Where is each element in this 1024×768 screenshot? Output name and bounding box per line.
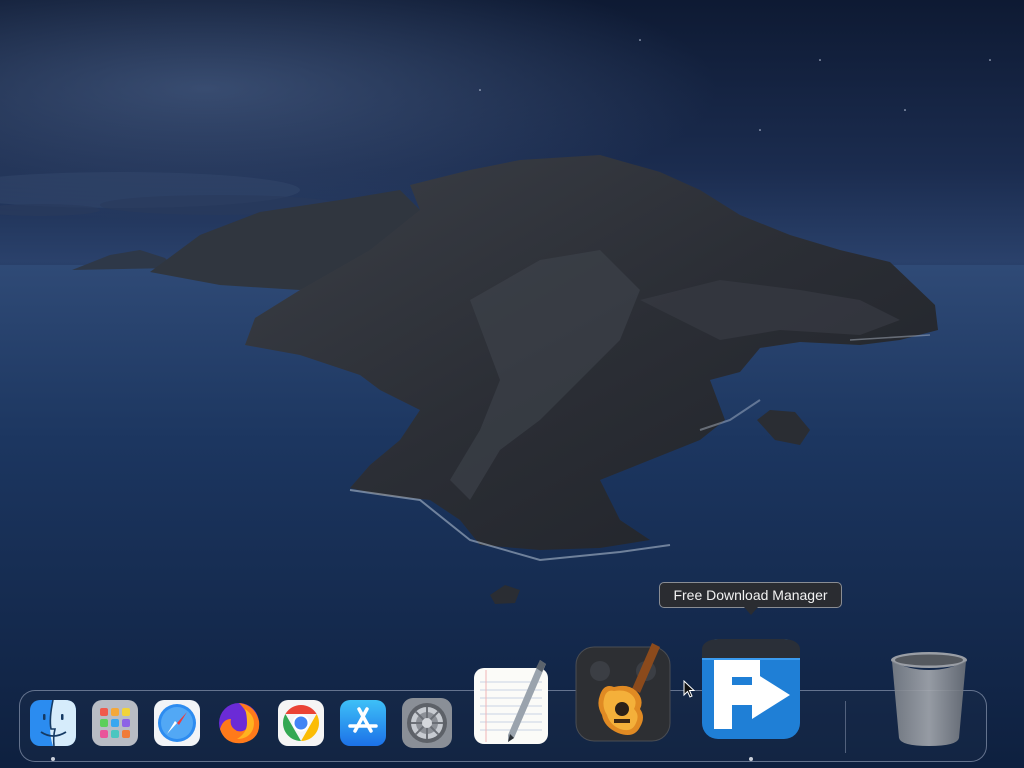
launchpad-icon[interactable] [91, 699, 139, 747]
trash-icon[interactable] [889, 650, 969, 748]
free-download-manager-running-indicator [749, 757, 753, 761]
desktop: Free Download Manager [0, 0, 1024, 768]
safari-icon[interactable] [153, 699, 201, 747]
free-download-manager-icon[interactable] [700, 637, 802, 741]
firefox-icon[interactable] [215, 699, 263, 747]
finder-icon[interactable] [29, 699, 77, 747]
app-store-icon[interactable] [339, 699, 387, 747]
chrome-icon[interactable] [277, 699, 325, 747]
dock-separator [845, 701, 846, 753]
mouse-cursor [683, 680, 695, 698]
dock-tooltip: Free Download Manager [659, 582, 842, 608]
wallpaper [0, 0, 1024, 768]
garageband-icon[interactable] [574, 643, 672, 745]
textedit-icon[interactable] [472, 658, 552, 746]
dock-tooltip-arrow [744, 607, 758, 615]
finder-running-indicator [51, 757, 55, 761]
system-preferences-icon[interactable] [401, 697, 453, 749]
